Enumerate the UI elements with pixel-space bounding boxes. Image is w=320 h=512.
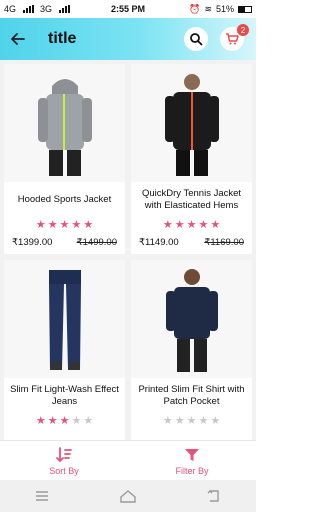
product-card[interactable]: Slim Fit Light-Wash Effect Jeans ★ ★ ★ ★ ★ xyxy=(4,260,125,440)
product-card[interactable]: QuickDry Tennis Jacket with Elasticated … xyxy=(131,64,252,254)
status-time: 2:55 PM xyxy=(110,4,145,14)
product-name: Hooded Sports Jacket xyxy=(17,194,112,206)
rating-stars: ★ ★ ★ ★ ★ xyxy=(162,219,221,231)
home-icon[interactable] xyxy=(119,489,137,503)
bottom-action-bar: Sort By Filter By xyxy=(0,440,256,480)
back-button[interactable] xyxy=(0,18,36,60)
sort-label: Sort By xyxy=(49,465,79,476)
rating-stars: ★ ★ ★ ★ ★ xyxy=(35,219,94,231)
product-old-price: ₹1169.00 xyxy=(204,237,244,248)
search-button[interactable] xyxy=(184,27,208,51)
menu-icon[interactable] xyxy=(34,490,50,502)
product-image[interactable] xyxy=(131,260,252,378)
system-nav-bar xyxy=(0,480,256,512)
back-arrow-icon xyxy=(11,33,25,45)
sort-button[interactable]: Sort By xyxy=(0,441,128,480)
rating-stars: ★ ★ ★ ★ ★ xyxy=(162,415,221,427)
rating-stars: ★ ★ ★ ★ ★ xyxy=(35,415,94,427)
product-image[interactable] xyxy=(131,64,252,182)
product-price: ₹1399.00 xyxy=(12,237,53,248)
product-name: Printed Slim Fit Shirt with Patch Pocket xyxy=(138,384,245,407)
product-name: QuickDry Tennis Jacket with Elasticated … xyxy=(141,188,242,211)
product-image[interactable] xyxy=(4,260,125,378)
back-nav-icon[interactable] xyxy=(206,489,222,503)
search-icon xyxy=(190,33,203,46)
page-title: title xyxy=(48,30,77,47)
product-old-price: ₹1499.00 xyxy=(76,237,117,248)
product-grid: Hooded Sports Jacket ★ ★ ★ ★ ★ ₹1399.00 ₹149… xyxy=(0,60,256,440)
cart-count-badge: 2 xyxy=(237,24,249,36)
status-bar: 4G 3G 2:55 PM ⏰ ≋ 51% xyxy=(0,0,256,18)
sort-icon xyxy=(56,446,72,462)
filter-icon xyxy=(185,448,199,461)
product-card[interactable]: Printed Slim Fit Shirt with Patch Pocket… xyxy=(131,260,252,440)
product-image[interactable] xyxy=(4,64,125,182)
cart-button[interactable]: 2 xyxy=(220,24,249,51)
battery-icon xyxy=(238,5,252,13)
filter-label: Filter By xyxy=(175,465,209,476)
filter-button[interactable]: Filter By xyxy=(128,441,256,480)
product-price: ₹1149.00 xyxy=(139,237,179,248)
product-name: Slim Fit Light-Wash Effect Jeans xyxy=(10,384,119,407)
product-card[interactable]: Hooded Sports Jacket ★ ★ ★ ★ ★ ₹1399.00 ₹149… xyxy=(4,64,125,254)
cart-icon xyxy=(226,33,239,45)
app-bar: title 2 xyxy=(0,18,256,60)
